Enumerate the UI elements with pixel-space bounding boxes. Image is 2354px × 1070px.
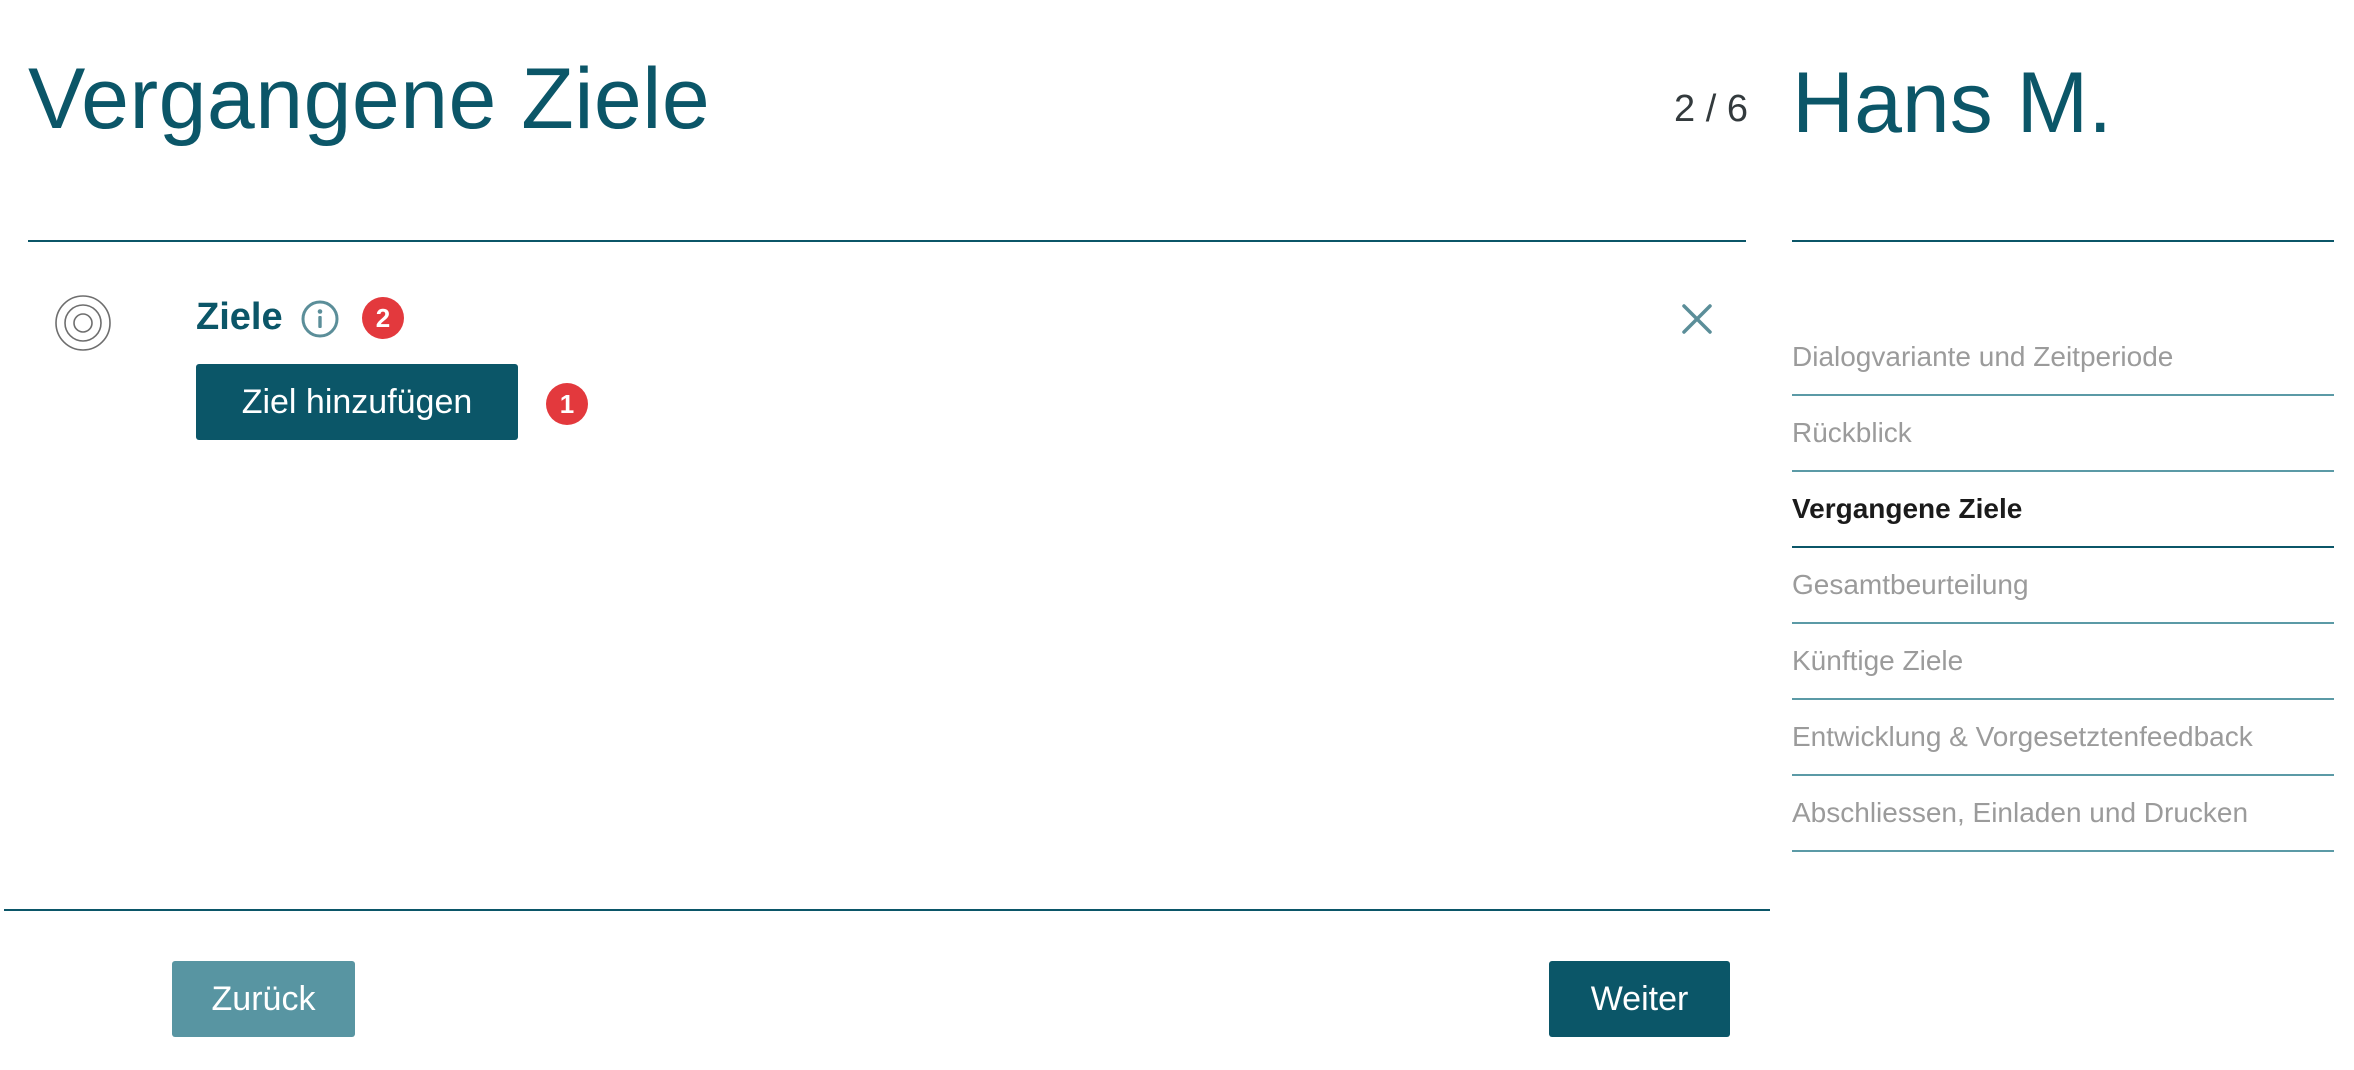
person-name: Hans M. (1792, 55, 2113, 151)
notification-badge: 2 (362, 297, 404, 339)
info-icon[interactable] (300, 299, 340, 339)
header-divider (28, 240, 1746, 242)
page-title: Vergangene Ziele (28, 51, 711, 147)
nav-item-abschliessen[interactable]: Abschliessen, Einladen und Drucken (1792, 776, 2334, 852)
nav-item-vergangene-ziele[interactable]: Vergangene Ziele (1792, 472, 2334, 548)
target-icon (54, 294, 112, 352)
sidebar-header-divider (1792, 240, 2334, 242)
next-button[interactable]: Weiter (1549, 961, 1730, 1037)
back-button[interactable]: Zurück (172, 961, 355, 1037)
nav-item-rueckblick[interactable]: Rückblick (1792, 396, 2334, 472)
add-goal-button[interactable]: Ziel hinzufügen (196, 364, 518, 440)
nav-item-entwicklung[interactable]: Entwicklung & Vorgesetztenfeedback (1792, 700, 2334, 776)
nav-item-gesamtbeurteilung[interactable]: Gesamtbeurteilung (1792, 548, 2334, 624)
step-indicator: 2 / 6 (1674, 88, 1748, 130)
nav-item-dialogvariante[interactable]: Dialogvariante und Zeitperiode (1792, 320, 2334, 396)
nav-item-kuenftige-ziele[interactable]: Künftige Ziele (1792, 624, 2334, 700)
section-title-goals: Ziele (196, 296, 283, 338)
footer-divider (4, 909, 1770, 911)
side-navigation: Dialogvariante und Zeitperiode Rückblick… (1792, 320, 2334, 852)
close-icon[interactable] (1680, 302, 1714, 336)
step-badge: 1 (546, 383, 588, 425)
